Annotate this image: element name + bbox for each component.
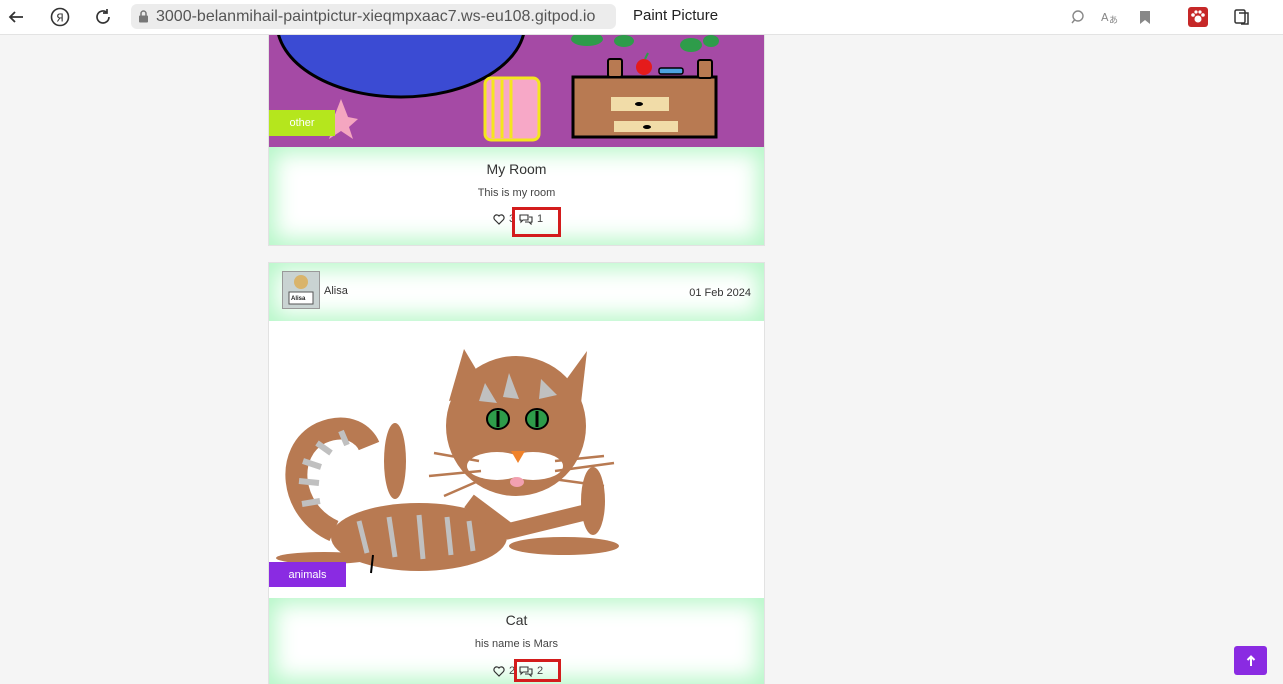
reload-icon xyxy=(96,9,110,24)
url-text: 3000-belanmihail-paintpictur-xieqmpxaac7… xyxy=(156,7,596,25)
svg-text:あ: あ xyxy=(1109,15,1118,25)
bookmark-button[interactable] xyxy=(1134,6,1156,28)
post-image[interactable] xyxy=(269,321,764,598)
post-header: Alisa Alisa 01 Feb 2024 xyxy=(269,263,764,321)
arrow-left-icon xyxy=(8,11,23,23)
category-tag[interactable]: animals xyxy=(269,562,346,587)
arrow-up-icon xyxy=(1246,654,1255,666)
post-title: Cat xyxy=(505,612,528,628)
post-description: This is my room xyxy=(477,187,556,199)
collections-icon xyxy=(1234,9,1249,25)
scroll-to-top-button[interactable] xyxy=(1234,646,1267,675)
search-in-page-button[interactable] xyxy=(1067,6,1089,28)
lock-icon xyxy=(138,10,149,23)
extension-paw-icon xyxy=(1188,7,1208,27)
yandex-button[interactable]: Я xyxy=(48,5,72,29)
post-card: Alisa Alisa 01 Feb 2024 animals Cat his … xyxy=(268,262,765,684)
post-description: his name is Mars xyxy=(474,638,559,650)
yandex-logo-icon: Я xyxy=(50,7,70,27)
tab-title: Paint Picture xyxy=(633,7,719,24)
post-title: My Room xyxy=(486,161,547,177)
avatar[interactable]: Alisa xyxy=(282,271,320,309)
avatar-image xyxy=(283,272,319,308)
reload-button[interactable] xyxy=(91,5,115,29)
highlight-box xyxy=(512,207,561,237)
bookmark-icon xyxy=(1140,10,1150,24)
cat-drawing-image xyxy=(276,349,619,574)
address-bar[interactable]: 3000-belanmihail-paintpictur-xieqmpxaac7… xyxy=(131,4,616,29)
highlight-box xyxy=(514,659,561,682)
heart-icon xyxy=(493,665,505,677)
back-button[interactable] xyxy=(4,5,28,29)
post-date: 01 Feb 2024 xyxy=(689,287,751,299)
post-image[interactable] xyxy=(269,35,764,147)
room-drawing-image xyxy=(269,35,764,147)
search-icon xyxy=(1071,10,1084,24)
like-button[interactable]: 2 xyxy=(493,665,515,677)
category-tag[interactable]: other xyxy=(269,110,335,136)
heart-icon xyxy=(493,213,505,225)
svg-text:A: A xyxy=(1101,11,1109,24)
author-name[interactable]: Alisa xyxy=(324,285,348,297)
translate-icon: Aあ xyxy=(1101,11,1118,25)
extension-button[interactable] xyxy=(1187,6,1209,28)
translate-button[interactable]: Aあ xyxy=(1098,6,1120,28)
collections-button[interactable] xyxy=(1231,6,1253,28)
svg-text:Я: Я xyxy=(56,12,64,25)
avatar-text: Alisa xyxy=(291,296,306,302)
browser-toolbar: Я 3000-belanmihail-paintpictur-xieqmpxaa… xyxy=(0,0,1283,35)
